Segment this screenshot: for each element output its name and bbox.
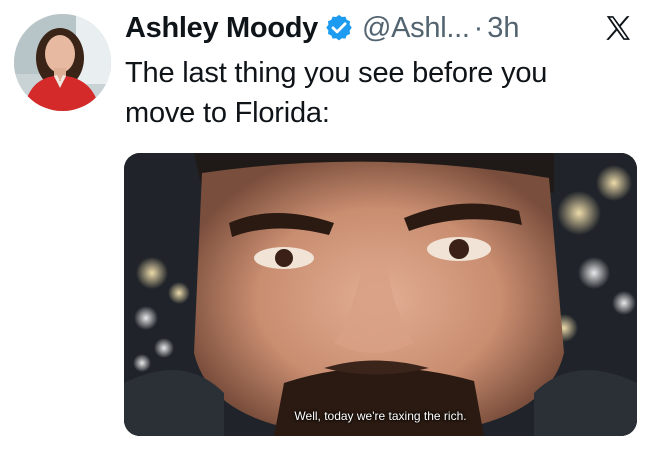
tweet-header: Ashley Moody @Ashl... · 3h xyxy=(125,4,520,52)
video-caption: Well, today we're taxing the rich. xyxy=(294,409,467,423)
tweet-card[interactable]: Ashley Moody @Ashl... · 3h The last thin… xyxy=(0,0,650,451)
verified-badge-icon xyxy=(326,14,352,41)
tweet-text: The last thing you see before you move t… xyxy=(125,53,625,133)
avatar[interactable] xyxy=(14,14,111,111)
author-name[interactable]: Ashley Moody xyxy=(125,12,318,45)
video-frame-image xyxy=(124,153,637,436)
separator-dot: · xyxy=(473,11,484,44)
tweet-text-line: move to Florida: xyxy=(125,97,330,129)
tweet-text-line: The last thing you see before you xyxy=(125,57,548,89)
tweet-media[interactable]: Well, today we're taxing the rich. xyxy=(124,153,637,436)
author-handle[interactable]: @Ashl... xyxy=(362,12,470,45)
timestamp[interactable]: 3h xyxy=(487,12,519,45)
avatar-image xyxy=(14,14,111,111)
x-logo-icon[interactable] xyxy=(603,13,633,43)
